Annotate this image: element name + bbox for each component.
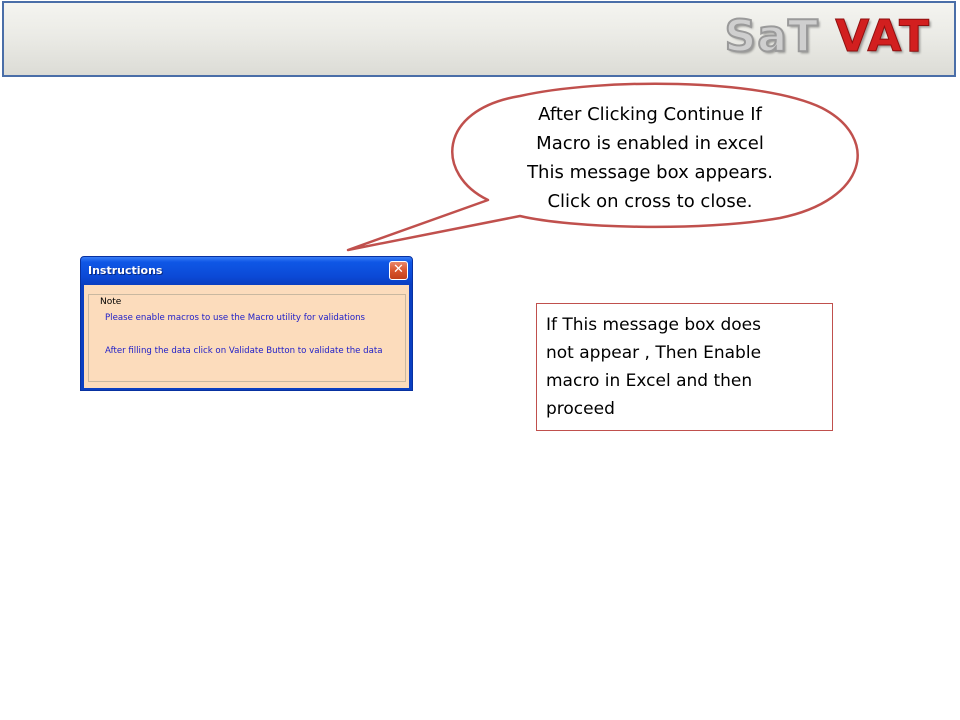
close-button[interactable]: ✕ <box>389 261 408 280</box>
instructions-dialog: Instructions ✕ Note Please enable macros… <box>80 256 413 391</box>
info-line: If This message box does <box>546 315 761 335</box>
dialog-titlebar[interactable]: Instructions ✕ <box>81 257 412 285</box>
callout-line: Click on cross to close. <box>547 191 753 212</box>
info-box: If This message box does not appear , Th… <box>536 303 833 431</box>
info-line: macro in Excel and then <box>546 371 753 391</box>
note-group: Note Please enable macros to use the Mac… <box>88 294 406 382</box>
dialog-title: Instructions <box>88 264 163 277</box>
info-line: not appear , Then Enable <box>546 343 762 363</box>
callout-text: After Clicking Continue If Macro is enab… <box>470 100 830 216</box>
note-group-label: Note <box>98 297 124 307</box>
close-icon: ✕ <box>393 262 404 277</box>
dialog-body: Note Please enable macros to use the Mac… <box>84 285 409 388</box>
info-line: proceed <box>546 399 615 419</box>
callout-line: After Clicking Continue If <box>538 104 762 125</box>
callout-line: Macro is enabled in excel <box>536 133 764 154</box>
callout-line: This message box appears. <box>527 162 773 183</box>
note-message: Please enable macros to use the Macro ut… <box>105 313 366 323</box>
note-message: After filling the data click on Validate… <box>105 346 383 356</box>
